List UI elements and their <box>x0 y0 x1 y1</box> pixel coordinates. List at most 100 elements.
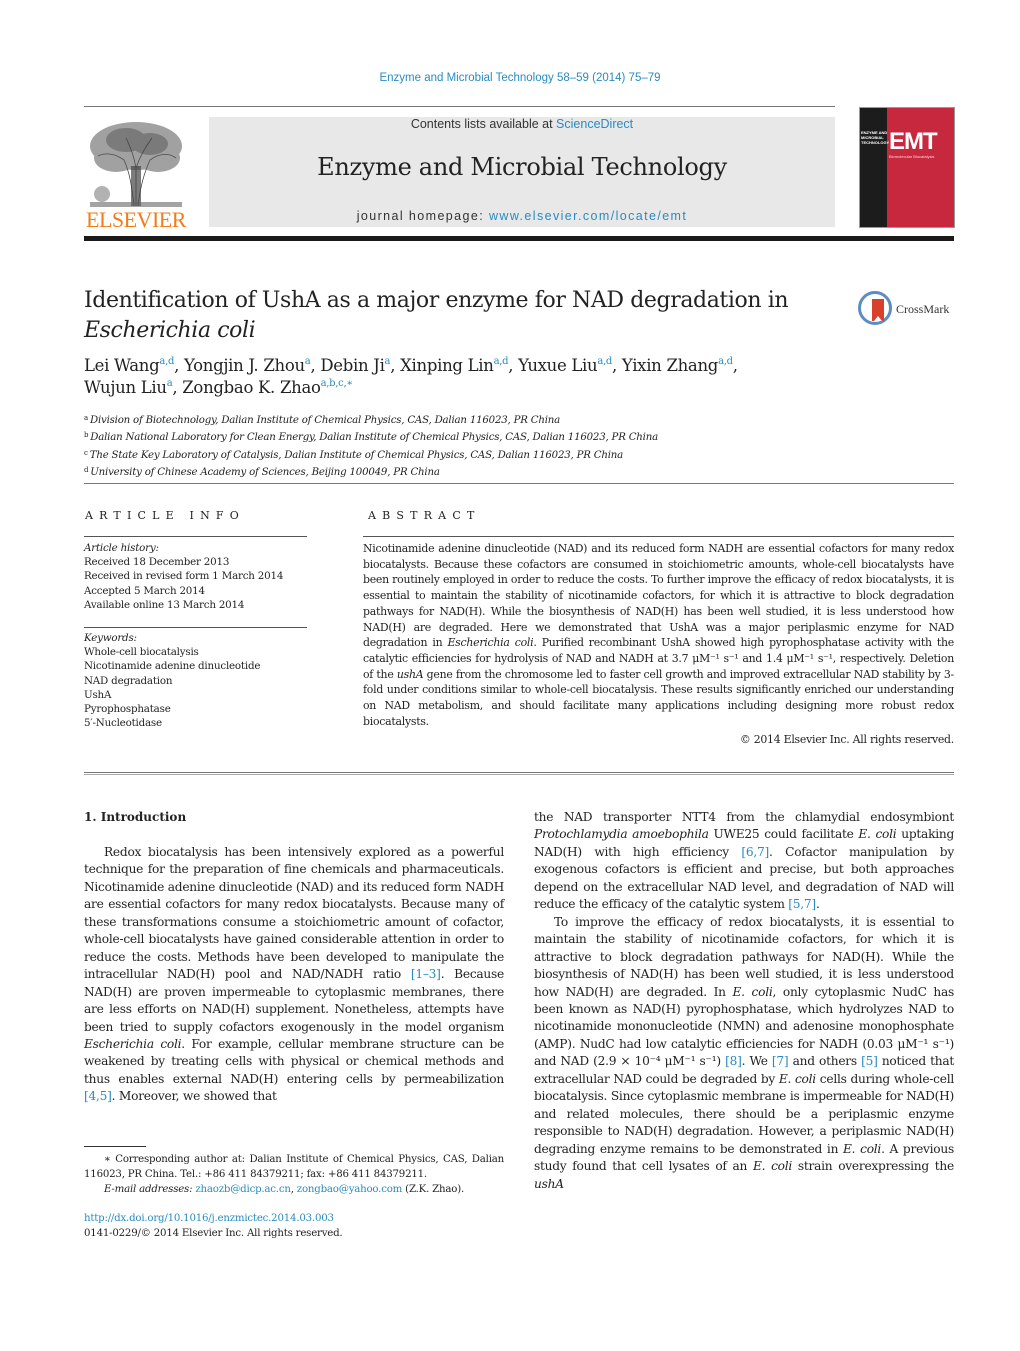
journal-cover-thumbnail[interactable]: ENZYME AND MICROBIAL TECHNOLOGY EMT Biom… <box>859 107 955 228</box>
affiliation-text: Division of Biotechnology, Dalian Instit… <box>89 415 560 426</box>
author-affiliation-marker[interactable]: a,d <box>494 356 509 367</box>
cover-dark-panel <box>860 108 887 227</box>
author-affiliation-marker[interactable]: a,d <box>597 356 612 367</box>
body-divider <box>84 772 954 773</box>
journal-homepage-link[interactable]: www.elsevier.com/locate/emt <box>489 209 687 223</box>
abstract-copyright: © 2014 Elsevier Inc. All rights reserved… <box>739 733 954 746</box>
cover-small-title: ENZYME AND MICROBIAL TECHNOLOGY <box>861 130 890 145</box>
article-info-heading: ARTICLE INFO <box>85 509 245 522</box>
author[interactable]: Debin Ji <box>320 356 385 375</box>
author[interactable]: Wujun Liu <box>84 378 167 397</box>
citation-link[interactable]: [4,5] <box>84 1089 112 1103</box>
affiliation-item: b Dalian National Laboratory for Clean En… <box>84 428 784 445</box>
crossmark-icon <box>858 291 892 325</box>
italic-term: E. coli <box>732 984 773 999</box>
journal-banner: Contents lists available at ScienceDirec… <box>209 117 835 227</box>
citation-link[interactable]: [6,7] <box>741 845 769 859</box>
author[interactable]: Yongjin J. Zhou <box>184 356 305 375</box>
paragraph: the NAD transporter NTT4 from the chlamy… <box>534 809 954 914</box>
body-divider <box>84 774 954 775</box>
abstract-italic: ushA <box>396 667 424 681</box>
author[interactable]: Xinping Lin <box>400 356 494 375</box>
keywords: Keywords: Whole-cell biocatalysis Nicoti… <box>84 631 309 730</box>
elsevier-tree-icon <box>90 122 182 207</box>
affiliation-text: The State Key Laboratory of Catalysis, D… <box>89 449 623 461</box>
article-title-organism: Escherichia coli <box>84 318 256 343</box>
homepage-line: journal homepage: www.elsevier.com/locat… <box>209 209 835 223</box>
affiliation-key: c <box>84 448 88 457</box>
author[interactable]: Lei Wang <box>84 356 160 375</box>
crossmark-button[interactable]: CrossMark <box>858 291 958 329</box>
doi-link[interactable]: http://dx.doi.org/10.1016/j.enzmictec.20… <box>84 1213 334 1224</box>
article-history-label: Article history: <box>84 542 159 554</box>
citation-link[interactable]: [1–3] <box>411 967 441 981</box>
homepage-prefix: journal homepage: <box>356 209 489 223</box>
affiliation-key: b <box>84 431 89 440</box>
header-divider <box>84 106 835 107</box>
corresponding-author-text: ∗ Corresponding author at: Dalian Instit… <box>84 1154 504 1180</box>
author-separator: , <box>172 378 183 397</box>
cover-tagline: Biomolecular Biocatalysis <box>889 154 935 159</box>
section-divider <box>84 483 954 484</box>
history-accepted: Accepted 5 March 2014 <box>84 584 205 597</box>
email-link[interactable]: zhaozb@dicp.ac.cn <box>195 1184 291 1195</box>
author-separator: , <box>390 356 401 375</box>
citation-link[interactable]: [5,7] <box>788 897 816 911</box>
author-affiliation-marker[interactable]: a,d <box>718 356 733 367</box>
abstract-italic: Escherichia coli <box>447 636 534 650</box>
affiliation-item: a Division of Biotechnology, Dalian Insti… <box>84 411 784 428</box>
affiliation-item: d University of Chinese Academy of Scienc… <box>84 463 784 480</box>
italic-term: E. coli <box>778 1071 816 1086</box>
keywords-label: Keywords: <box>84 632 137 644</box>
author-affiliation-marker[interactable]: a,d <box>159 356 174 367</box>
italic-term: ushA <box>534 1176 564 1191</box>
footnote-divider <box>84 1146 146 1147</box>
issn-copyright: 0141-0229/© 2014 Elsevier Inc. All right… <box>84 1227 343 1239</box>
paragraph: To improve the efficacy of redox biocata… <box>534 914 954 1193</box>
italic-term: E. coli <box>752 1159 793 1174</box>
journal-reference[interactable]: Enzyme and Microbial Technology 58–59 (2… <box>0 72 1020 84</box>
contents-prefix: Contents lists available at <box>410 117 557 131</box>
affiliation-item: c The State Key Laboratory of Catalysis, … <box>84 446 784 463</box>
italic-term: Protochlamydia amoebophila <box>534 827 709 842</box>
email-line: E-mail addresses: zhaozb@dicp.ac.cn, zon… <box>104 1184 465 1195</box>
article-info-divider <box>84 536 307 537</box>
abstract-divider <box>363 536 954 537</box>
email-suffix: (Z.K. Zhao). <box>402 1184 465 1195</box>
author[interactable]: Yixin Zhang <box>622 356 718 375</box>
text-segment: strain overexpressing the <box>792 1159 954 1174</box>
article-title: Identification of UshA as a major enzyme… <box>84 286 844 346</box>
history-received: Received 18 December 2013 <box>84 556 230 569</box>
keyword-item: 5′-Nucleotidase <box>84 717 162 730</box>
affiliation-text: Dalian National Laboratory for Clean Ene… <box>90 432 658 444</box>
text-segment: the NAD transporter NTT4 from the chlamy… <box>534 810 954 824</box>
keyword-item: UshA <box>84 688 112 701</box>
article-history: Article history: Received 18 December 20… <box>84 541 309 612</box>
elsevier-logo[interactable]: ELSEVIER <box>84 115 206 232</box>
italic-term: Escherichia coli <box>84 1036 182 1051</box>
author-separator: , <box>310 356 321 375</box>
sciencedirect-link[interactable]: ScienceDirect <box>556 117 633 131</box>
cover-red-panel <box>887 108 954 227</box>
corresponding-author-footnote: ∗ Corresponding author at: Dalian Instit… <box>84 1152 504 1197</box>
text-segment: . <box>815 897 820 912</box>
history-online: Available online 13 March 2014 <box>84 598 245 611</box>
elsevier-wordmark: ELSEVIER <box>86 207 186 232</box>
text-segment: UWE25 could facilitate <box>708 827 859 842</box>
contents-line: Contents lists available at ScienceDirec… <box>209 117 835 131</box>
header-thick-divider <box>84 236 954 241</box>
author[interactable]: Yuxue Liu <box>518 356 598 375</box>
history-revised: Received in revised form 1 March 2014 <box>84 570 284 583</box>
citation-link[interactable]: [7] <box>772 1054 789 1068</box>
doi-block: http://dx.doi.org/10.1016/j.enzmictec.20… <box>84 1212 504 1241</box>
citation-link[interactable]: [5] <box>861 1054 878 1068</box>
author-corresponding[interactable]: Zongbao K. Zhao <box>182 378 321 397</box>
abstract-segment: gene from the chromosome led to faster c… <box>363 667 954 728</box>
citation-link[interactable]: [8] <box>725 1054 742 1068</box>
author-affiliation-marker[interactable]: a,b,c,∗ <box>321 378 354 389</box>
email-link[interactable]: zongbao@yahoo.com <box>297 1184 403 1195</box>
paragraph: Redox biocatalysis has been intensively … <box>84 844 504 1106</box>
affiliation-list: a Division of Biotechnology, Dalian Insti… <box>84 411 784 480</box>
abstract-segment: Nicotinamide adenine dinucleotide (NAD) … <box>363 542 954 650</box>
abstract-text: Nicotinamide adenine dinucleotide (NAD) … <box>363 541 954 729</box>
